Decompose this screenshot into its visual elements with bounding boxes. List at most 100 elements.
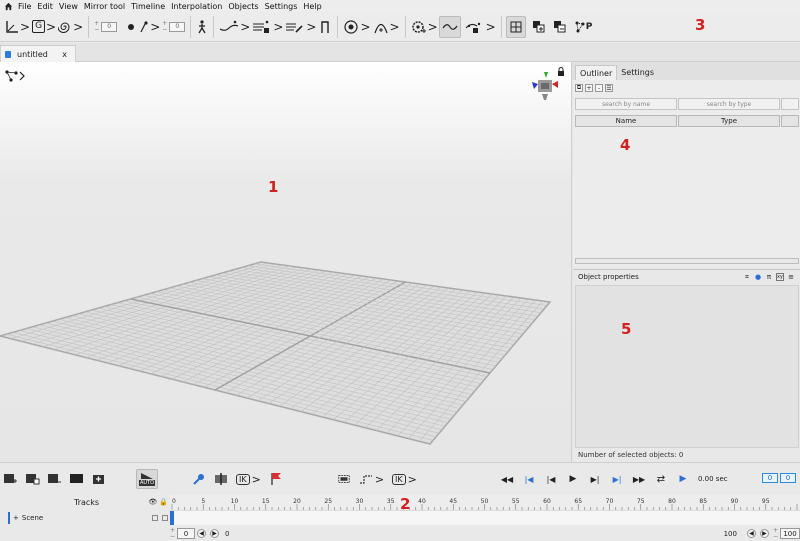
orientation-gizmo-icon[interactable] — [530, 70, 560, 104]
lock-icon[interactable]: 🔒 — [159, 498, 168, 506]
fast-rewind-icon[interactable]: ◀◀ — [500, 473, 514, 486]
grid-toggle-button[interactable] — [505, 15, 526, 38]
menu-mirror-tool[interactable]: Mirror tool — [84, 2, 125, 11]
playhead[interactable] — [170, 511, 174, 525]
scroll-left-end-icon[interactable]: ◀ — [746, 529, 756, 538]
time-box-1[interactable]: 0 — [762, 473, 778, 483]
remove-layer-button[interactable] — [552, 16, 568, 38]
ruler-tick-label: 35 — [387, 498, 395, 505]
plus-minus-icon[interactable]: + − — [773, 527, 778, 540]
prev-key-icon[interactable]: |◀ — [522, 473, 536, 486]
add-subtrack-icon[interactable] — [26, 473, 40, 486]
tracks-label: Tracks — [74, 497, 100, 507]
point-tool-button[interactable] — [124, 16, 138, 38]
play-icon[interactable]: ▶ — [566, 473, 580, 486]
3d-viewport[interactable]: 1 — [0, 62, 571, 462]
smooth-curve-button[interactable] — [438, 15, 461, 38]
fast-forward-icon[interactable]: ▶▶ — [632, 473, 646, 486]
stepper-1[interactable]: + − 0 — [93, 16, 118, 38]
scroll-left-icon[interactable]: ◀ — [197, 529, 207, 538]
multi-curve-lock-button[interactable]: > — [251, 16, 284, 38]
minus-icon[interactable]: - — [595, 84, 603, 92]
pi-icon[interactable]: π — [765, 273, 773, 281]
scene-lock-checkbox[interactable] — [162, 515, 168, 521]
ik-interp-button[interactable]: IK > — [392, 473, 417, 486]
loop-icon[interactable]: ⇄ — [654, 473, 668, 486]
camera-tool-button[interactable]: > — [342, 16, 371, 38]
timeline-ruler[interactable]: 0 5 10 15 20 25 30 35 40 45 50 55 60 65 70 75 80 85 90 95 — [170, 495, 800, 510]
flag-icon[interactable] — [269, 473, 283, 486]
add-track-icon[interactable] — [4, 473, 18, 486]
add-keyframe-icon[interactable] — [92, 473, 106, 486]
range-end-input[interactable]: 100 — [780, 528, 800, 539]
monitor-icon[interactable] — [70, 473, 84, 486]
visibility-icon[interactable]: 👁 — [148, 498, 157, 506]
menu-file[interactable]: File — [18, 2, 31, 11]
stepper-2[interactable]: + − 0 — [161, 16, 186, 38]
main-toolbar: > G > > + − 0 > + − 0 > > > > > > > P — [0, 12, 800, 42]
remove-track-icon[interactable] — [48, 473, 62, 486]
split-icon[interactable] — [214, 473, 228, 486]
spiral-tool-button[interactable]: > — [57, 16, 84, 38]
key-icon[interactable] — [192, 473, 206, 486]
search-extra — [781, 98, 799, 110]
ik-button[interactable]: IK > — [236, 473, 261, 486]
group-tool-button[interactable]: G > — [31, 16, 57, 38]
axis-tool-button[interactable]: > — [4, 16, 31, 38]
settings-tool-button[interactable]: > — [410, 16, 439, 38]
search-by-type-input[interactable]: search by type — [678, 98, 780, 110]
home-icon[interactable] — [4, 2, 13, 11]
scroll-right-icon[interactable]: ▶ — [210, 529, 220, 538]
tab-outliner[interactable]: Outliner — [575, 65, 618, 80]
search-by-name-input[interactable]: search by name — [575, 98, 677, 110]
prev-frame-icon[interactable]: |◀ — [544, 473, 558, 486]
plus-minus-icon[interactable]: + − — [170, 527, 175, 540]
stepper-1-value[interactable]: 0 — [101, 21, 118, 32]
close-icon[interactable]: x — [62, 50, 67, 59]
multi-curve-edit-button[interactable]: > — [284, 16, 317, 38]
menu-help[interactable]: Help — [303, 2, 321, 11]
column-type[interactable]: Type — [678, 115, 780, 127]
menu-timeline[interactable]: Timeline — [131, 2, 165, 11]
list-icon[interactable]: ☰ — [605, 84, 613, 92]
curve-tool-button[interactable]: > — [218, 16, 251, 38]
brush-tool-button[interactable]: > — [138, 16, 161, 38]
menu-icon[interactable]: ≡ — [787, 273, 795, 281]
keyframe-icon[interactable]: ⌗ — [743, 273, 751, 281]
menu-edit[interactable]: Edit — [37, 2, 53, 11]
group-icon[interactable]: ⧉ — [575, 84, 583, 92]
next-key-icon[interactable]: ▶| — [610, 473, 624, 486]
step-interp-button[interactable]: > — [359, 473, 384, 486]
tab-settings[interactable]: Settings — [617, 65, 658, 80]
plus-icon[interactable]: + — [585, 84, 593, 92]
variables-icon[interactable]: xy — [776, 273, 784, 281]
document-tab[interactable]: untitled x — [0, 45, 76, 62]
expand-icon[interactable]: + — [13, 514, 19, 522]
play-key-icon[interactable]: ▶ — [676, 473, 690, 486]
next-frame-icon[interactable]: ▶| — [588, 473, 602, 486]
time-box-2[interactable]: 0 — [780, 473, 796, 483]
menu-settings[interactable]: Settings — [265, 2, 298, 11]
scroll-right-end-icon[interactable]: ▶ — [759, 529, 769, 538]
range-start-input[interactable]: 0 — [177, 528, 196, 539]
auto-key-button[interactable]: AUTO — [136, 469, 158, 489]
outliner-horizontal-scrollbar[interactable] — [575, 258, 799, 264]
menu-view[interactable]: View — [59, 2, 78, 11]
range-position: 0 — [225, 529, 230, 538]
path-lock-button[interactable]: > — [464, 16, 497, 38]
path-p-button[interactable]: P — [573, 16, 594, 38]
bracket-tool-button[interactable] — [317, 16, 333, 38]
menu-interpolation[interactable]: Interpolation — [171, 2, 222, 11]
track-row-scene[interactable]: + Scene — [8, 512, 170, 524]
stepper-2-value[interactable]: 0 — [169, 21, 186, 32]
color-icon[interactable]: ● — [754, 273, 762, 281]
character-tool-button[interactable] — [195, 16, 209, 38]
menu-objects[interactable]: Objects — [228, 2, 258, 11]
column-name[interactable]: Name — [575, 115, 677, 127]
add-layer-button[interactable] — [531, 16, 547, 38]
frame-icon[interactable] — [337, 473, 351, 486]
scene-visible-checkbox[interactable] — [152, 515, 158, 521]
timeline-track-body[interactable] — [170, 510, 800, 525]
view-mode-icon[interactable] — [4, 69, 26, 83]
add-path-button[interactable]: > — [372, 16, 401, 38]
